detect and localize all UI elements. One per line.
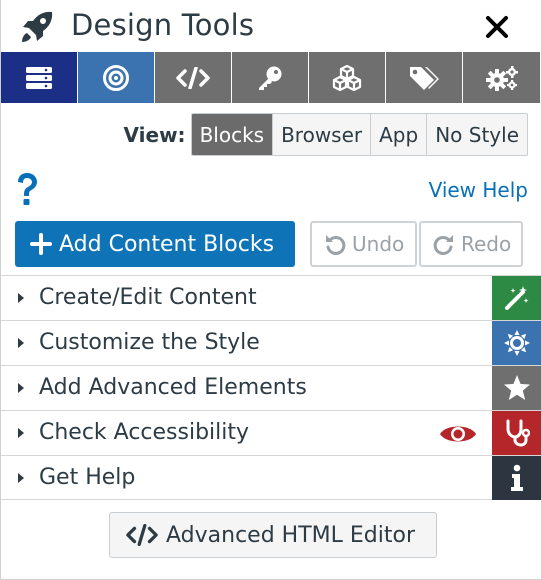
tags-icon [410,66,439,90]
add-content-blocks-button[interactable]: Add Content Blocks [15,221,295,267]
section-create-edit-content[interactable]: Create/Edit Content [1,275,541,320]
tab-tags[interactable] [386,52,463,103]
section-label: Get Help [39,465,136,490]
view-label: View: [123,122,186,147]
tab-blocks[interactable] [1,52,78,103]
tab-code[interactable] [155,52,232,103]
section-check-accessibility[interactable]: Check Accessibility [1,410,541,455]
caret-right-icon [18,383,24,393]
panel-title: Design Tools [71,8,255,42]
add-content-blocks-label: Add Content Blocks [59,231,275,257]
blocks-icon [26,66,52,89]
view-option-no-style[interactable]: No Style [427,114,527,155]
section-label: Check Accessibility [39,420,250,445]
plus-icon [30,233,52,255]
caret-right-icon [18,428,24,438]
code-icon [176,66,210,89]
eye-icon[interactable] [438,421,478,447]
tool-tabs [1,52,541,103]
tab-gears[interactable] [463,52,540,103]
section-label: Add Advanced Elements [39,375,307,400]
view-button-group: Blocks Browser App No Style [190,113,528,156]
view-option-app[interactable]: App [371,114,428,155]
view-help-link[interactable]: View Help [429,178,528,202]
gears-icon [485,65,518,91]
redo-button[interactable]: Redo [419,221,523,267]
view-option-browser[interactable]: Browser [273,114,372,155]
design-tools-panel: Design Tools View: Blocks Browser App No… [0,0,542,580]
undo-button[interactable]: Undo [310,221,417,267]
star-icon [492,366,541,410]
view-selector: View: Blocks Browser App No Style [124,113,528,156]
redo-icon [433,235,453,255]
caret-right-icon [18,338,24,348]
magic-wand-icon [492,276,541,320]
tab-key[interactable] [232,52,309,103]
close-icon[interactable] [484,14,510,40]
code-icon [126,524,158,546]
redo-label: Redo [461,232,512,256]
view-option-blocks[interactable]: Blocks [191,114,274,155]
advanced-html-editor-button[interactable]: Advanced HTML Editor [109,512,437,558]
advanced-html-editor-label: Advanced HTML Editor [166,522,415,548]
section-list: Create/Edit Content Customize the Style [1,275,541,500]
key-icon [259,66,282,90]
undo-icon [326,235,346,255]
title-bar: Design Tools [1,0,541,52]
caret-right-icon [18,293,24,303]
question-icon[interactable] [14,172,40,208]
caret-right-icon [18,473,24,483]
undo-label: Undo [352,232,405,256]
section-get-help[interactable]: Get Help [1,455,541,500]
section-customize-style[interactable]: Customize the Style [1,320,541,365]
sun-icon [492,321,541,365]
section-label: Customize the Style [39,330,260,355]
tab-target[interactable] [78,52,155,103]
stethoscope-icon [492,411,541,455]
tab-cubes[interactable] [309,52,386,103]
cubes-icon [332,64,362,91]
target-icon [103,64,129,91]
section-label: Create/Edit Content [39,285,257,310]
info-icon [492,456,541,500]
section-add-advanced-elements[interactable]: Add Advanced Elements [1,365,541,410]
rocket-icon [22,11,53,42]
